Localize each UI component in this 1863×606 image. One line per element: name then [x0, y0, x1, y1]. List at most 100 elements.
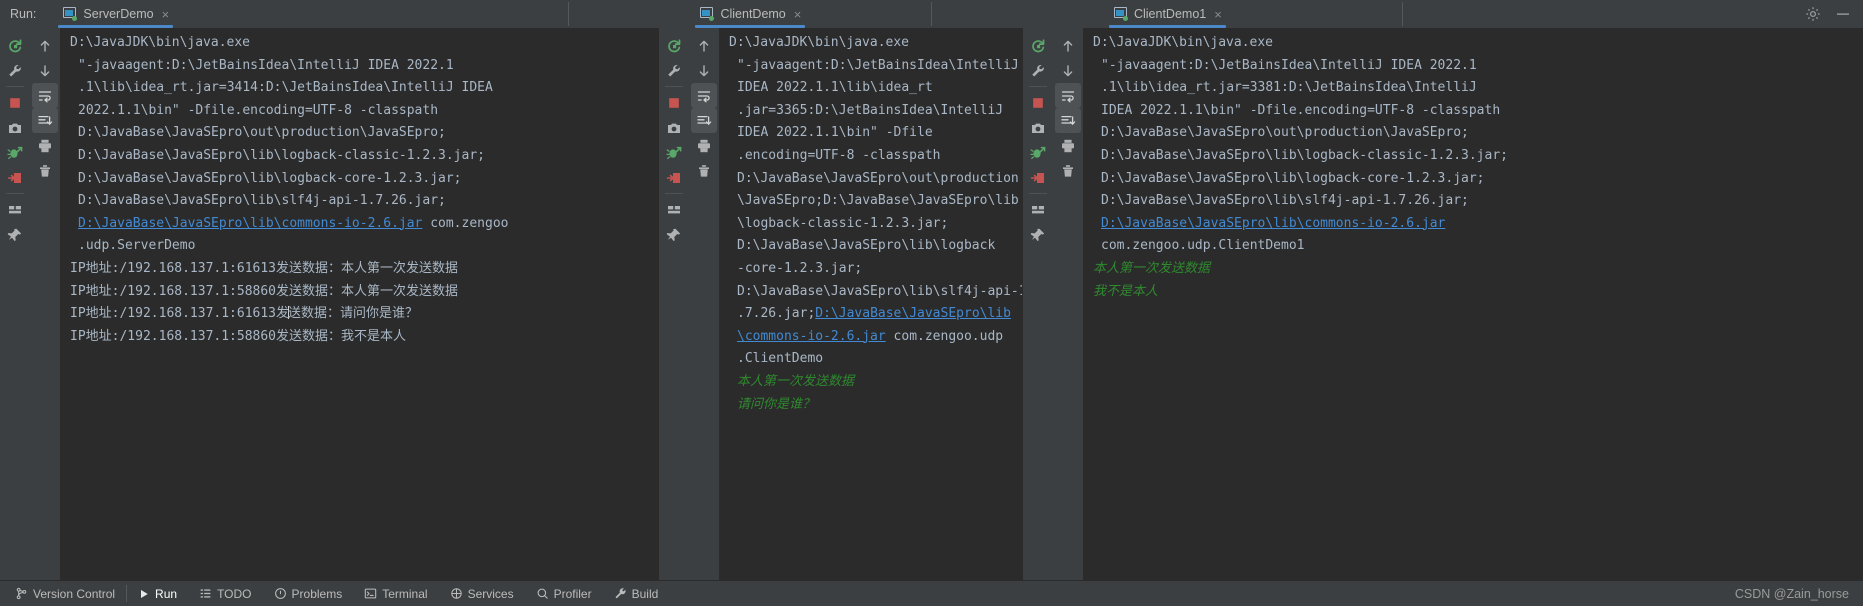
close-icon[interactable]: × — [792, 8, 802, 21]
clientdemo1-run-toolbar — [1023, 28, 1053, 580]
console-line: IDEA 2022.1.1\lib\idea_rt — [737, 80, 933, 96]
console-line: D:\JavaBase\JavaSEpro\lib\commons-io-2.6… — [1093, 213, 1863, 236]
scroll-to-end-button[interactable] — [1055, 108, 1081, 133]
layout-button[interactable] — [661, 197, 687, 222]
scroll-to-end-button[interactable] — [691, 108, 717, 133]
console-file-link[interactable]: D:\JavaBase\JavaSEpro\lib\commons-io-2.6… — [1101, 216, 1445, 231]
pin-button[interactable] — [661, 222, 687, 247]
console-line: .ClientDemo — [737, 351, 824, 367]
down-arrow-button[interactable] — [32, 58, 58, 83]
toolbar-divider — [665, 193, 683, 194]
stop-button[interactable] — [1025, 90, 1051, 115]
console-file-link[interactable]: D:\JavaBase\JavaSEpro\lib\commons-io-2.6… — [78, 216, 422, 231]
print-button[interactable] — [691, 133, 717, 158]
console-line: D:\JavaJDK\bin\java.exe — [1093, 35, 1274, 50]
export-button[interactable] — [661, 165, 687, 190]
rerun-button[interactable] — [2, 33, 28, 58]
console-line: D:\JavaBase\JavaSEpro\lib\logback-core-1… — [78, 170, 462, 186]
console-line: IDEA 2022.1.1\bin" -Dfile.encoding=UTF-8… — [1101, 102, 1501, 118]
profiler-icon — [536, 587, 549, 600]
console-line: IDEA 2022.1.1\bin" -Dfile — [737, 125, 933, 141]
screenshot-button[interactable] — [661, 115, 687, 140]
stop-button[interactable] — [661, 90, 687, 115]
settings-wrench-button[interactable] — [1025, 58, 1051, 83]
status-item-todo[interactable]: TODO — [188, 581, 262, 606]
tab-group-server: ServerDemo × — [50, 0, 568, 28]
toolbar-divider — [6, 193, 24, 194]
serverdemo-run-toolbar — [0, 28, 30, 580]
status-item-label: Build — [631, 586, 659, 601]
layout-button[interactable] — [1025, 197, 1051, 222]
close-icon[interactable]: × — [1212, 8, 1222, 21]
debug-button[interactable] — [2, 140, 28, 165]
soft-wrap-button[interactable] — [32, 83, 58, 108]
console-line: D:\JavaBase\JavaSEpro\out\production\Jav… — [1101, 125, 1469, 141]
console-file-link[interactable]: D:\JavaBase\JavaSEpro\lib — [815, 306, 1011, 321]
console-line: D:\JavaBase\JavaSEpro\lib\slf4j-api-1 — [737, 283, 1022, 299]
debug-button[interactable] — [661, 140, 687, 165]
down-arrow-button[interactable] — [691, 58, 717, 83]
up-arrow-button[interactable] — [1055, 33, 1081, 58]
soft-wrap-button[interactable] — [1055, 83, 1081, 108]
export-button[interactable] — [1025, 165, 1051, 190]
settings-wrench-button[interactable] — [661, 58, 687, 83]
status-item-label: Run — [155, 586, 178, 601]
down-arrow-button[interactable] — [1055, 58, 1081, 83]
gear-icon[interactable] — [1805, 6, 1821, 22]
soft-wrap-button[interactable] — [691, 83, 717, 108]
status-item-label: Terminal — [382, 586, 428, 601]
intellij-run-window: Run: ServerDemo × ClientDemo × ClientDem… — [0, 0, 1863, 606]
up-arrow-button[interactable] — [32, 33, 58, 58]
clientdemo1-console-output[interactable]: D:\JavaJDK\bin\java.exe "-javaagent:D:\Je… — [1083, 28, 1863, 580]
branch-icon — [15, 587, 28, 600]
close-icon[interactable]: × — [160, 8, 170, 21]
pin-button[interactable] — [1025, 222, 1051, 247]
clientdemo-console-output[interactable]: D:\JavaJDK\bin\java.exe "-javaagent:D:\Je… — [719, 28, 1022, 580]
layout-button[interactable] — [2, 197, 28, 222]
print-button[interactable] — [32, 133, 58, 158]
status-item-build[interactable]: Build — [603, 581, 670, 606]
screenshot-button[interactable] — [2, 115, 28, 140]
status-item-label: Profiler — [553, 586, 592, 601]
serverdemo-console-output[interactable]: D:\JavaJDK\bin\java.exe "-javaagent:D:\Je… — [60, 28, 658, 580]
console-line: .encoding=UTF-8 -classpath — [737, 147, 941, 163]
console-line: .1\lib\idea_rt.jar=3414:D:\JetBainsIdea\… — [78, 80, 493, 96]
debug-button[interactable] — [1025, 140, 1051, 165]
rerun-button[interactable] — [661, 33, 687, 58]
clear-all-button[interactable] — [1055, 158, 1081, 183]
status-item-run[interactable]: Run — [127, 581, 188, 606]
console-line: "-javaagent:D:\JetBainsIdea\IntelliJ — [737, 57, 1019, 73]
export-button[interactable] — [2, 165, 28, 190]
tab-clientdemo1[interactable]: ClientDemo1 × — [1101, 0, 1234, 28]
todo-icon — [199, 587, 212, 600]
clientdemo-run-toolbar — [659, 28, 689, 580]
problems-icon — [274, 587, 287, 600]
console-line: \logback-classic-1.2.3.jar; — [737, 215, 949, 231]
stop-button[interactable] — [2, 90, 28, 115]
console-file-link[interactable]: \commons-io-2.6.jar — [737, 329, 886, 344]
build-icon — [614, 587, 627, 600]
status-item-version-control[interactable]: Version Control — [4, 581, 126, 606]
minimize-icon[interactable] — [1835, 6, 1851, 22]
console-line: D:\JavaJDK\bin\java.exe — [70, 35, 251, 50]
terminal-icon — [364, 587, 377, 600]
status-item-problems[interactable]: Problems — [263, 581, 354, 606]
up-arrow-button[interactable] — [691, 33, 717, 58]
screenshot-button[interactable] — [1025, 115, 1051, 140]
scroll-to-end-button[interactable] — [32, 108, 58, 133]
status-item-profiler[interactable]: Profiler — [525, 581, 603, 606]
pin-button[interactable] — [2, 222, 28, 247]
settings-wrench-button[interactable] — [2, 58, 28, 83]
run-tool-window-label: Run: — [10, 7, 37, 21]
console-line-text: com.zengoo.udp — [885, 328, 1004, 344]
rerun-button[interactable] — [1025, 33, 1051, 58]
status-item-terminal[interactable]: Terminal — [353, 581, 438, 606]
status-item-services[interactable]: Services — [439, 581, 525, 606]
console-line: D:\JavaBase\JavaSEpro\lib\slf4j-api-1.7.… — [78, 193, 446, 209]
clear-all-button[interactable] — [32, 158, 58, 183]
tab-clientdemo[interactable]: ClientDemo × — [687, 0, 813, 28]
console-line: \JavaSEpro;D:\JavaBase\JavaSEpro\lib — [737, 193, 1019, 209]
print-button[interactable] — [1055, 133, 1081, 158]
tab-serverdemo[interactable]: ServerDemo × — [50, 0, 181, 28]
clear-all-button[interactable] — [691, 158, 717, 183]
